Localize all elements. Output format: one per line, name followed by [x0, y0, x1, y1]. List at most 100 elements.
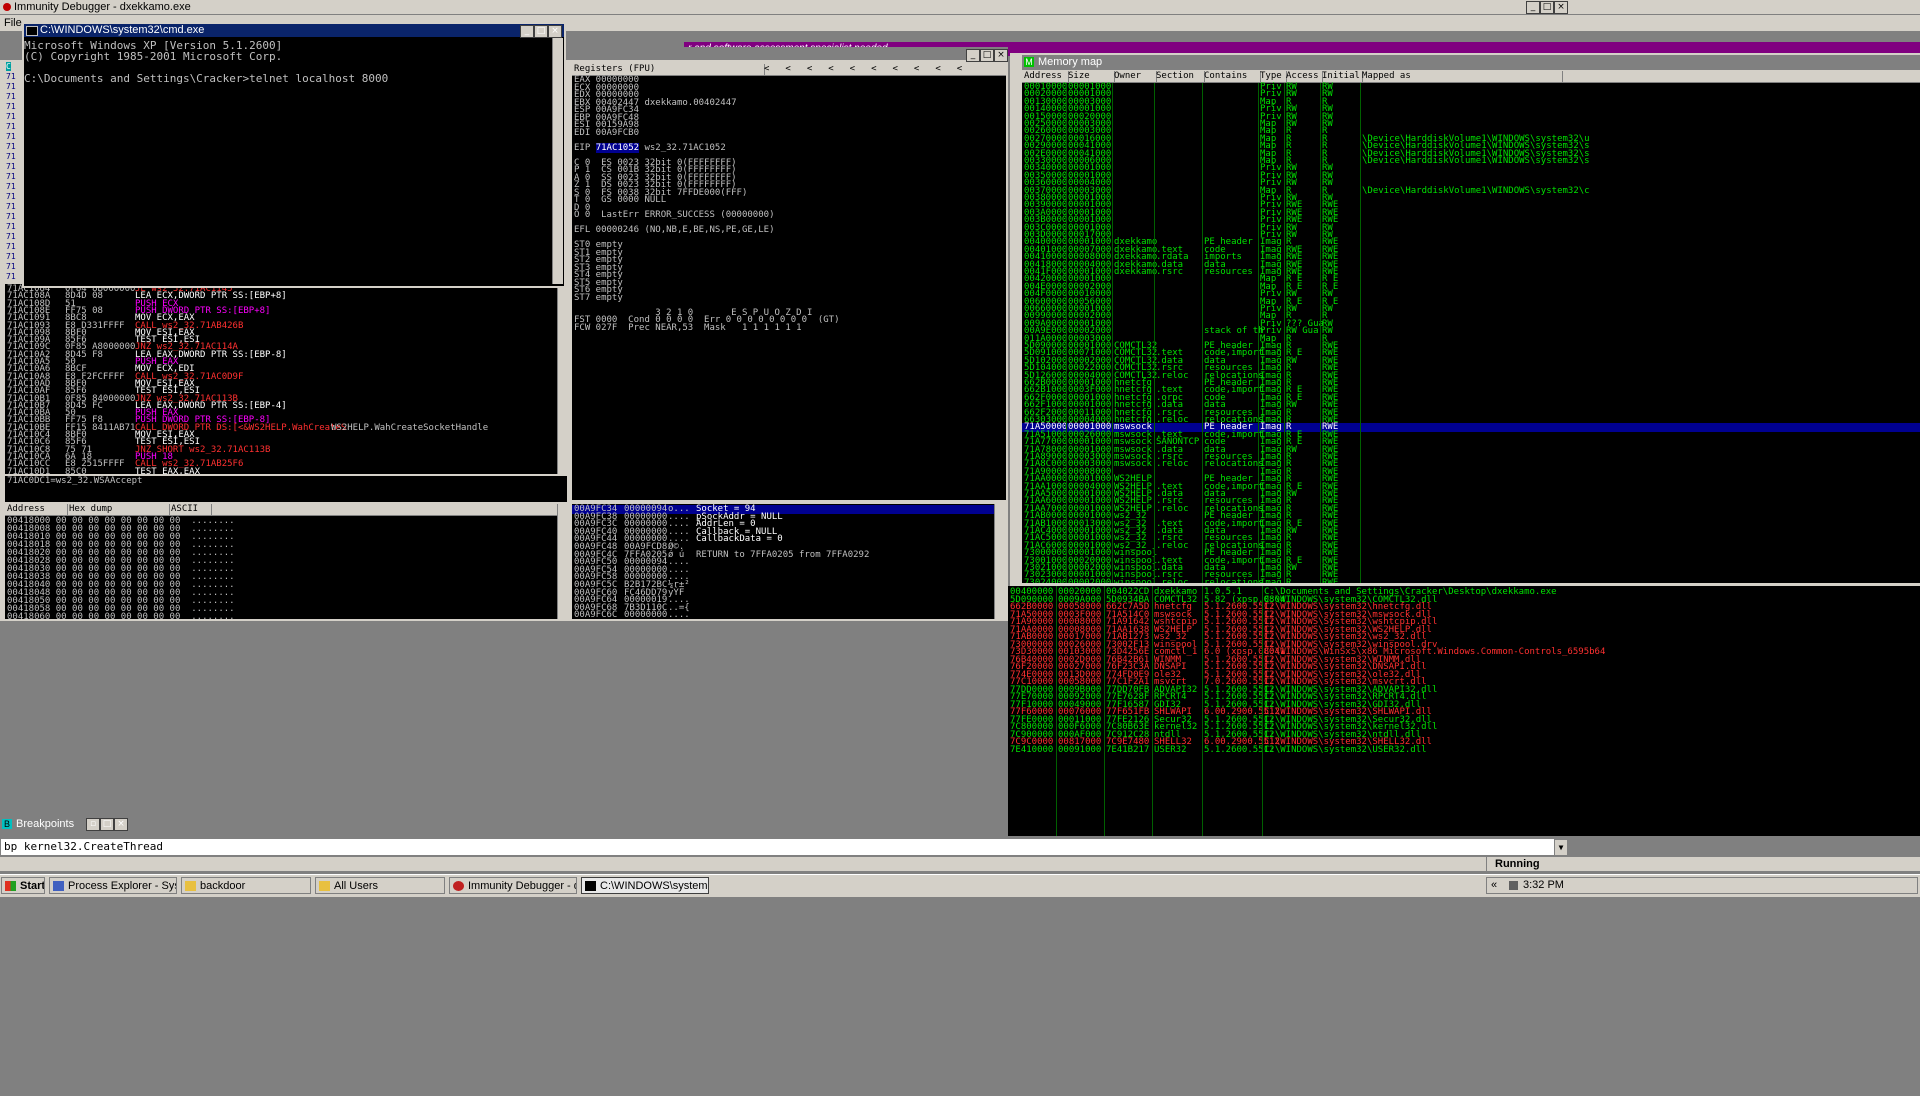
dump-col-ascii[interactable]: ASCII [169, 504, 212, 515]
memory-cell: .reloc [1156, 577, 1189, 583]
memory-cell: winspool [1114, 577, 1158, 583]
breakpoints-window[interactable]: B Breakpoints ▫ □ × [0, 817, 130, 831]
registers-arrows[interactable]: <<<<<<<<<< [762, 64, 1004, 75]
gutter-label: 71 [6, 242, 16, 251]
registers-title: Registers (FPU) [572, 64, 765, 75]
memory-col-section[interactable]: Section [1154, 71, 1205, 82]
system-tray: « 3:32 PM [1486, 877, 1918, 894]
disassembly-pane[interactable]: 71AC1084 0F84 8B000000 JE ws2_32.71AC1145 7… [5, 284, 557, 474]
cmd-maximize-button[interactable]: □ [534, 25, 548, 38]
memory-map-header: Address Size Owner Section Contains Type Acces… [1022, 71, 1920, 83]
dump-scrollbar[interactable] [557, 504, 568, 619]
gutter-label: 71 [6, 172, 16, 181]
stack-scrollbar[interactable] [994, 504, 1005, 619]
memory-cell: R [1286, 577, 1292, 583]
memory-cell: relocations [1204, 577, 1264, 583]
modules-pane[interactable]: 00400000 00020000 004022CD dxekkamo 1.0.5.1 C… [1008, 586, 1920, 836]
register-line: O 0 LastErr ERROR_SUCCESS (00000000) [574, 210, 775, 220]
taskbar-label: All Users [334, 880, 379, 892]
gutter-label: 71 [6, 102, 16, 111]
module-row[interactable]: 7E410000 00091000 7E41B217 USER32 5.1.2600.5… [1008, 744, 1920, 755]
dump-col-address[interactable]: Address [5, 504, 68, 515]
grid-line [1284, 83, 1285, 583]
taskbar-item-all-users[interactable]: All Users [315, 877, 445, 894]
gutter-label: 71 [6, 182, 16, 191]
breakpoints-restore-button[interactable]: ▫ [86, 818, 100, 831]
grid-line [1320, 83, 1321, 583]
cmd-scrollbar[interactable] [552, 38, 563, 284]
grid-line [1104, 586, 1105, 836]
grid-line [1066, 83, 1067, 583]
cmd-close-button[interactable]: × [548, 25, 562, 38]
taskbar-item-backdoor[interactable]: backdoor [181, 877, 311, 894]
tray-expand-icon[interactable]: « [1491, 879, 1497, 891]
memory-map-pane[interactable]: Address Size Owner Section Contains Type Acces… [1022, 71, 1920, 583]
taskbar: Start Process Explorer - Sysint... backd… [0, 874, 1920, 897]
grid-line [1202, 83, 1203, 583]
cpu-close-button[interactable]: × [994, 49, 1008, 62]
disasm-address[interactable]: 71AC10D1 [7, 467, 50, 474]
tray-volume-icon[interactable] [1509, 881, 1518, 890]
gutter-label: 71 [6, 202, 16, 211]
taskbar-item-cmd[interactable]: C:\WINDOWS\system... [581, 877, 709, 894]
command-dropdown-button[interactable]: ▼ [1554, 839, 1568, 856]
memory-row[interactable]: 73024000 00002000 winspool .reloc relocation… [1022, 577, 1920, 583]
disasm-comment: WS2HELP.WahCreateSocketHandle [331, 422, 489, 433]
gutter-label: 71 [6, 132, 16, 141]
memory-map-title: Memory map [1038, 56, 1103, 68]
cmd-minimize-button[interactable]: _ [520, 25, 534, 38]
info-pane: 71AC0DC1=ws2_32.WSAAccept [5, 476, 567, 502]
taskbar-item-process-explorer[interactable]: Process Explorer - Sysint... [49, 877, 177, 894]
memory-col-type[interactable]: Type [1258, 71, 1287, 82]
dump-col-hex[interactable]: Hex dump [67, 504, 170, 515]
minimize-button[interactable]: _ [1526, 1, 1540, 14]
folder-icon [185, 881, 196, 891]
stack-row[interactable]: 00A9FC6C 00000000.... [572, 611, 994, 619]
memory-col-access[interactable]: Access [1284, 71, 1323, 82]
stack-pane[interactable]: 00A9FC34 00000094 o... Socket = 94 00A9FC38 0… [572, 504, 994, 619]
memory-col-address[interactable]: Address [1022, 71, 1069, 82]
breakpoints-close-button[interactable]: × [114, 818, 128, 831]
cpu-maximize-button[interactable]: □ [980, 49, 994, 62]
gutter-label: 71 [6, 142, 16, 151]
disassembly-scrollbar[interactable] [557, 284, 568, 474]
memory-col-owner[interactable]: Owner [1112, 71, 1157, 82]
dump-pane[interactable]: Address Hex dump ASCII 00418000 00 00 00… [5, 504, 557, 619]
close-button[interactable]: × [1554, 1, 1568, 14]
menu-file[interactable]: File [4, 15, 22, 31]
cmd-titlebar: C:\WINDOWS\system32\cmd.exe _ □ × [24, 24, 564, 38]
start-button[interactable]: Start [1, 877, 45, 894]
eip-value: 71AC1052 [595, 142, 640, 153]
grid-line [1056, 586, 1057, 836]
module-cell: 00091000 [1058, 744, 1102, 755]
memory-col-initial[interactable]: Initial [1320, 71, 1363, 82]
start-label: Start [20, 880, 45, 892]
command-input[interactable]: bp kernel32.CreateThread [0, 838, 1568, 856]
info-text: 71AC0DC1=ws2_32.WSAAccept [7, 476, 143, 486]
grid-line [1262, 586, 1263, 836]
stack-value: 00000000 [624, 610, 668, 619]
maximize-button[interactable]: □ [1540, 1, 1554, 14]
gutter-label: 71 [6, 262, 16, 271]
breakpoints-maximize-button[interactable]: □ [100, 818, 114, 831]
memory-col-contains[interactable]: Contains [1202, 71, 1261, 82]
app-title: Immunity Debugger - dxekkamo.exe [14, 1, 191, 13]
register-line: EIP 71AC1052 ws2_32.71AC1052 [574, 142, 726, 153]
cpu-minimize-button[interactable]: _ [966, 49, 980, 62]
memory-col-size[interactable]: Size [1066, 71, 1115, 82]
grid-line [1154, 83, 1155, 583]
grid-line [1258, 83, 1259, 583]
taskbar-label: C:\WINDOWS\system... [600, 880, 709, 892]
memory-col-mapped-as[interactable]: Mapped as [1360, 71, 1563, 82]
memory-map-gutter [1010, 71, 1022, 583]
taskbar-item-immunity-debugger[interactable]: Immunity Debugger - dx... [449, 877, 577, 894]
registers-pane[interactable]: Registers (FPU) <<<<<<<<<< EAX 00000000 E… [572, 64, 1006, 500]
module-cell: 7E410000 [1010, 744, 1054, 755]
breakpoints-title: Breakpoints [16, 818, 75, 830]
disasm-instruction: TEST EAX,EAX [135, 466, 201, 474]
gutter-label: 71 [6, 82, 16, 91]
memory-map-titlebar: M Memory map [1022, 55, 1920, 70]
cmd-window[interactable]: C:\WINDOWS\system32\cmd.exe _ □ × Micros… [22, 22, 566, 288]
gutter-label: 71 [6, 72, 16, 81]
dump-row[interactable]: 00418060 00 00 00 00 00 00 00 00 .......… [7, 613, 235, 620]
